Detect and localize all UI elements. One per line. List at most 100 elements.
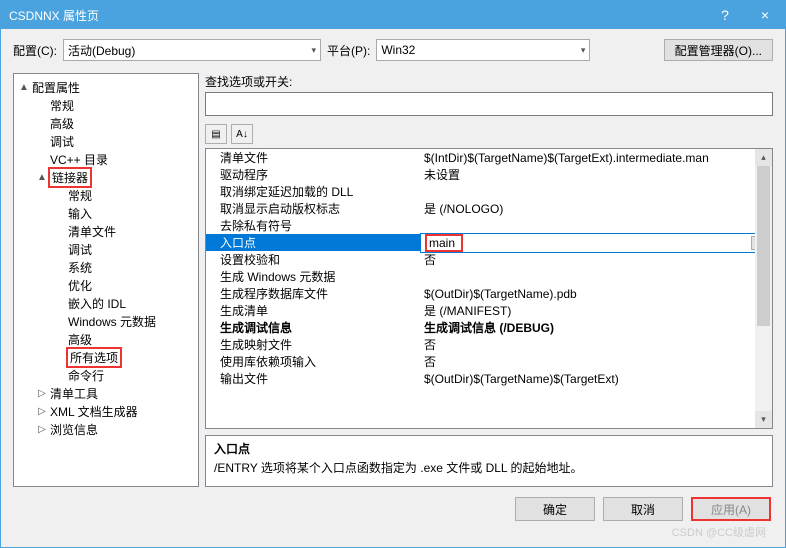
property-key: 生成 Windows 元数据 [206,268,420,285]
property-row[interactable]: 去除私有符号 [206,217,772,234]
tree-item-label: 高级 [66,331,94,348]
tree-item[interactable]: ▷清单工具 [14,384,198,402]
tree-item[interactable]: 系统 [14,258,198,276]
tree-item[interactable]: 输入 [14,204,198,222]
property-key: 生成调试信息 [206,319,420,336]
tree-item[interactable]: 高级 [14,330,198,348]
chevron-down-icon: ▾ [581,45,586,56]
tree-item[interactable]: 常规 [14,186,198,204]
property-key: 生成清单 [206,302,420,319]
tree-item-label: 系统 [66,259,94,276]
apply-button[interactable]: 应用(A) [691,497,771,521]
tree-item[interactable]: 调试 [14,132,198,150]
tree-item-label: 清单文件 [66,223,118,240]
property-key: 入口点 [206,234,420,251]
tree-item[interactable]: 清单文件 [14,222,198,240]
tree-item-label: 调试 [48,133,76,150]
property-row[interactable]: 设置校验和否 [206,251,772,268]
property-value[interactable]: 否 [420,353,772,370]
property-row[interactable]: 输出文件$(OutDir)$(TargetName)$(TargetExt) [206,370,772,387]
property-value[interactable]: 是 (/NOLOGO) [420,200,772,217]
property-value[interactable]: 否 [420,336,772,353]
help-button[interactable]: ? [705,1,745,29]
config-manager-button[interactable]: 配置管理器(O)... [664,39,773,61]
close-button[interactable]: × [745,1,785,29]
tree-item[interactable]: ▲链接器 [14,168,198,186]
tree-item[interactable]: 高级 [14,114,198,132]
property-value[interactable]: main▾ [420,233,772,253]
tree-item[interactable]: ▷浏览信息 [14,420,198,438]
description-body: /ENTRY 选项将某个入口点函数指定为 .exe 文件或 DLL 的起始地址。 [214,459,764,476]
tree-item[interactable]: Windows 元数据 [14,312,198,330]
scrollbar[interactable]: ▴ ▾ [755,149,772,428]
config-combo[interactable]: 活动(Debug) ▾ [63,39,321,61]
tree-item-label: 输入 [66,205,94,222]
window-title: CSDNNX 属性页 [9,7,705,24]
tree-item[interactable]: 所有选项 [14,348,198,366]
alpha-sort-icon[interactable]: A↓ [231,124,253,144]
tree-item-label: 嵌入的 IDL [66,295,128,312]
description-title: 入口点 [214,440,764,457]
categorize-icon[interactable]: ▤ [205,124,227,144]
scroll-thumb[interactable] [757,166,770,326]
tree-item-label: XML 文档生成器 [48,403,140,420]
tree-item[interactable]: ▲配置属性 [14,78,198,96]
tree-item[interactable]: 命令行 [14,366,198,384]
tree-item-label: 调试 [66,241,94,258]
tree-item-label: VC++ 目录 [48,151,110,168]
property-value[interactable]: $(OutDir)$(TargetName).pdb [420,287,772,301]
scroll-down-icon[interactable]: ▾ [755,411,772,428]
property-tree[interactable]: ▲配置属性常规高级调试VC++ 目录▲链接器常规输入清单文件调试系统优化嵌入的 … [13,73,199,487]
property-key: 取消显示启动版权标志 [206,200,420,217]
property-value[interactable]: $(OutDir)$(TargetName)$(TargetExt) [420,372,772,386]
property-row[interactable]: 生成 Windows 元数据 [206,268,772,285]
tree-item[interactable]: 调试 [14,240,198,258]
scroll-up-icon[interactable]: ▴ [755,149,772,166]
tree-item-label: 常规 [66,187,94,204]
tree-item-label: 配置属性 [30,79,82,96]
property-row[interactable]: 生成程序数据库文件$(OutDir)$(TargetName).pdb [206,285,772,302]
property-row[interactable]: 取消显示启动版权标志是 (/NOLOGO) [206,200,772,217]
tree-item-label: 命令行 [66,367,106,384]
property-key: 清单文件 [206,149,420,166]
tree-item[interactable]: VC++ 目录 [14,150,198,168]
property-value[interactable]: $(IntDir)$(TargetName)$(TargetExt).inter… [420,151,772,165]
config-label: 配置(C): [13,42,57,59]
tree-toggle-icon[interactable]: ▲ [36,172,48,183]
property-value[interactable]: 是 (/MANIFEST) [420,302,772,319]
property-key: 设置校验和 [206,251,420,268]
property-row[interactable]: 生成调试信息生成调试信息 (/DEBUG) [206,319,772,336]
property-row[interactable]: 清单文件$(IntDir)$(TargetName)$(TargetExt).i… [206,149,772,166]
property-row[interactable]: 入口点main▾ [206,234,772,251]
tree-item[interactable]: 嵌入的 IDL [14,294,198,312]
tree-item[interactable]: 优化 [14,276,198,294]
property-row[interactable]: 取消绑定延迟加载的 DLL [206,183,772,200]
platform-combo[interactable]: Win32 ▾ [376,39,590,61]
tree-item[interactable]: 常规 [14,96,198,114]
platform-label: 平台(P): [327,42,370,59]
search-input[interactable] [205,92,773,116]
config-value: 活动(Debug) [68,42,135,59]
tree-item-label: 链接器 [48,167,92,188]
property-key: 驱动程序 [206,166,420,183]
property-row[interactable]: 生成映射文件否 [206,336,772,353]
property-row[interactable]: 驱动程序未设置 [206,166,772,183]
property-row[interactable]: 使用库依赖项输入否 [206,353,772,370]
ok-button[interactable]: 确定 [515,497,595,521]
property-key: 使用库依赖项输入 [206,353,420,370]
cancel-button[interactable]: 取消 [603,497,683,521]
property-key: 生成映射文件 [206,336,420,353]
tree-toggle-icon[interactable]: ▲ [18,82,30,93]
tree-item-label: 常规 [48,97,76,114]
property-row[interactable]: 生成清单是 (/MANIFEST) [206,302,772,319]
property-grid[interactable]: 清单文件$(IntDir)$(TargetName)$(TargetExt).i… [206,149,772,387]
tree-toggle-icon[interactable]: ▷ [36,388,48,399]
property-key: 输出文件 [206,370,420,387]
property-value[interactable]: 生成调试信息 (/DEBUG) [420,319,772,336]
tree-item[interactable]: ▷XML 文档生成器 [14,402,198,420]
tree-toggle-icon[interactable]: ▷ [36,406,48,417]
property-value[interactable]: 未设置 [420,166,772,183]
property-value[interactable]: 否 [420,251,772,268]
tree-toggle-icon[interactable]: ▷ [36,424,48,435]
tree-item-label: 浏览信息 [48,421,100,438]
